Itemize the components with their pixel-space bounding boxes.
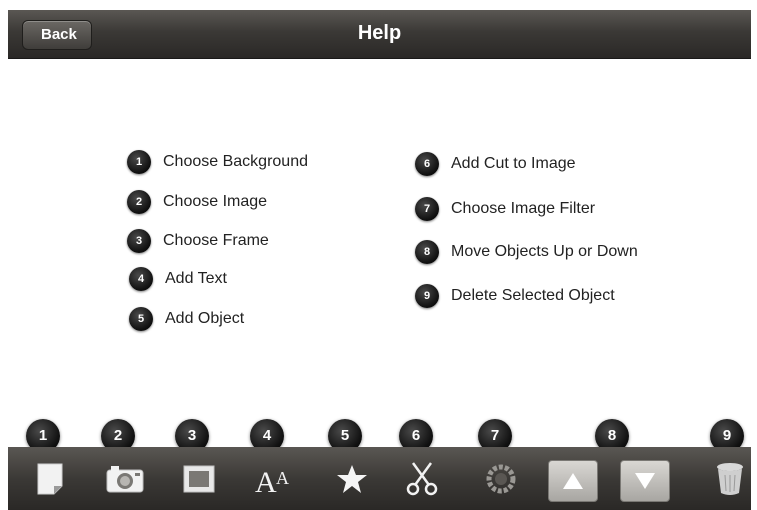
- number-badge: 6: [415, 152, 439, 176]
- add-text-button[interactable]: A A: [252, 457, 296, 501]
- svg-text:A: A: [276, 468, 289, 488]
- frame-icon: [183, 465, 215, 493]
- number-badge: 5: [129, 307, 153, 331]
- help-item: 5 Add Object: [129, 307, 244, 331]
- help-item: 1 Choose Background: [127, 150, 308, 174]
- help-item: 6 Add Cut to Image: [415, 152, 576, 176]
- image-filter-button[interactable]: [479, 457, 523, 501]
- help-item: 9 Delete Selected Object: [415, 284, 615, 308]
- help-item: 3 Choose Frame: [127, 229, 269, 253]
- choose-frame-button[interactable]: [177, 457, 221, 501]
- help-screen: Back Help 1 Choose Background 2 Choose I…: [0, 0, 757, 510]
- help-item-label: Choose Image: [163, 193, 268, 210]
- help-item-label: Add Text: [165, 270, 227, 287]
- number-badge: 7: [415, 197, 439, 221]
- number-badge: 8: [415, 240, 439, 264]
- help-item: 7 Choose Image Filter: [415, 197, 595, 221]
- number-badge: 3: [127, 229, 151, 253]
- number-badge: 1: [127, 150, 151, 174]
- svg-text:A: A: [255, 466, 277, 496]
- page-title: Help: [357, 22, 402, 44]
- move-up-button[interactable]: [548, 460, 598, 502]
- nav-bar: Back Help: [8, 10, 751, 59]
- delete-object-button[interactable]: [708, 457, 752, 501]
- camera-icon: [106, 466, 144, 493]
- arrow-down-icon: [635, 473, 655, 489]
- help-item-label: Add Cut to Image: [451, 155, 576, 172]
- filter-icon: [486, 464, 516, 494]
- number-badge: 4: [129, 267, 153, 291]
- scissors-icon: [406, 462, 438, 496]
- number-badge: 9: [415, 284, 439, 308]
- help-item-label: Move Objects Up or Down: [451, 243, 638, 260]
- bottom-toolbar: A A: [8, 447, 751, 510]
- help-item: 2 Choose Image: [127, 190, 267, 214]
- help-item-label: Choose Frame: [163, 232, 269, 249]
- help-item-label: Delete Selected Object: [451, 287, 615, 304]
- star-icon: [337, 465, 367, 493]
- move-down-button[interactable]: [620, 460, 670, 502]
- choose-background-button[interactable]: [28, 457, 72, 501]
- add-object-button[interactable]: [330, 457, 374, 501]
- add-cut-button[interactable]: [400, 457, 444, 501]
- help-item: 8 Move Objects Up or Down: [415, 240, 638, 264]
- number-badge: 2: [127, 190, 151, 214]
- arrow-up-icon: [563, 473, 583, 489]
- help-item-label: Choose Image Filter: [451, 200, 596, 217]
- help-item: 4 Add Text: [129, 267, 227, 291]
- text-icon: A A: [255, 466, 289, 496]
- page-icon: [37, 463, 63, 495]
- help-item-label: Add Object: [165, 310, 245, 327]
- help-item-label: Choose Background: [163, 153, 308, 170]
- choose-image-button[interactable]: [103, 457, 147, 501]
- trash-icon: [717, 463, 743, 495]
